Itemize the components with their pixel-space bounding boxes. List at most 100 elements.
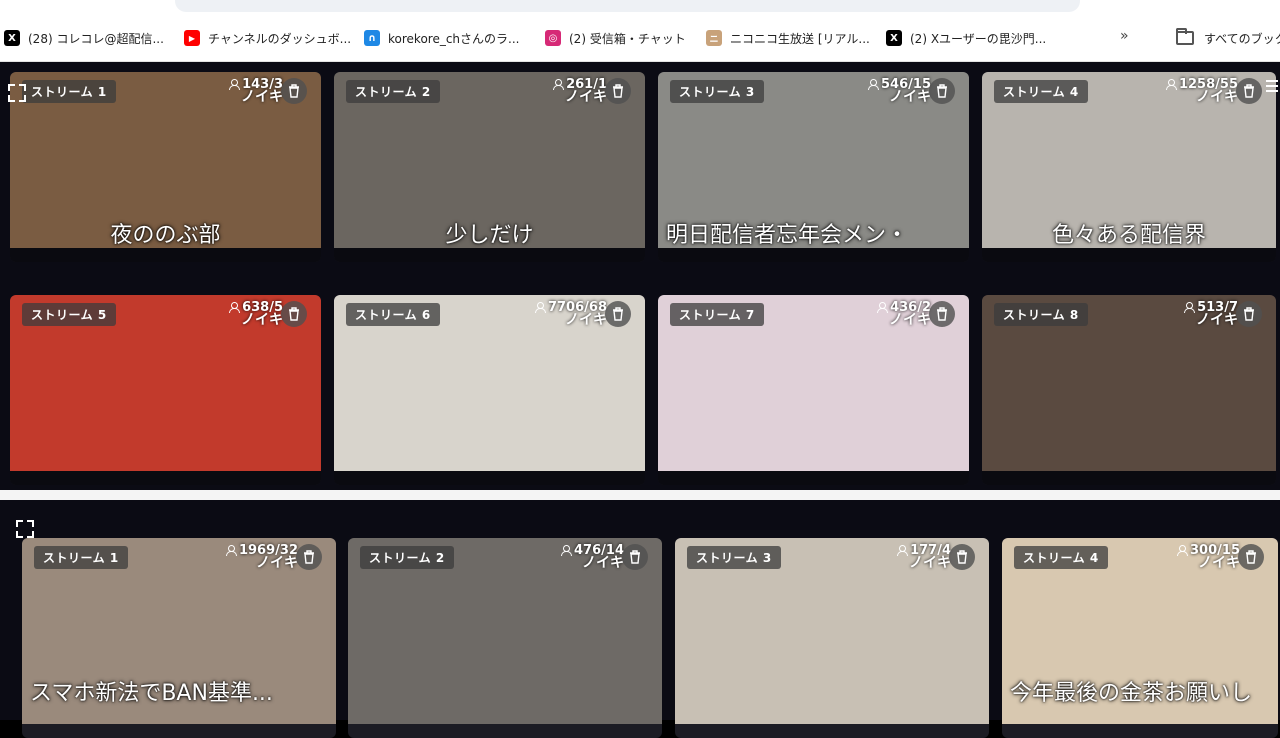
- stream-tile[interactable]: ストリーム 5 638/5 ノイキ: [10, 295, 321, 485]
- fullscreen-icon[interactable]: [6, 82, 28, 104]
- stream-label: ストリーム 4: [994, 80, 1088, 103]
- more-bookmarks-button[interactable]: »: [1120, 28, 1129, 44]
- noise-cancel-toggle[interactable]: ノイキ: [909, 552, 951, 572]
- trash-icon[interactable]: [1238, 544, 1264, 570]
- stream-grid-bottom: ストリーム 1 1969/32 ノイキ スマホ新法でBAN基準... ストリーム…: [0, 500, 1280, 738]
- noise-cancel-toggle[interactable]: ノイキ: [889, 309, 931, 329]
- bookmark-label: (2) 受信箱・チャット: [569, 31, 686, 46]
- fullscreen-icon[interactable]: [14, 518, 36, 540]
- folder-icon: [1176, 28, 1194, 45]
- stream-label: ストリーム 3: [670, 80, 764, 103]
- trash-icon[interactable]: [1236, 78, 1262, 104]
- person-icon: [1177, 545, 1189, 556]
- trash-icon[interactable]: [605, 78, 631, 104]
- trash-icon[interactable]: [281, 301, 307, 327]
- bookmark-item[interactable]: ∩ korekore_chさんのラ...: [364, 28, 519, 48]
- x-icon: X: [4, 30, 20, 46]
- noise-cancel-toggle[interactable]: ノイキ: [241, 309, 283, 329]
- stream-tile[interactable]: ストリーム 4 300/15 ノイキ 今年最後の金茶お願いし: [1002, 538, 1278, 738]
- tile-bottom-bar: [334, 248, 645, 262]
- stream-label: ストリーム 7: [670, 303, 764, 326]
- stream-label: ストリーム 3: [687, 546, 781, 569]
- stream-title: スマホ新法でBAN基準...: [30, 681, 273, 706]
- tile-bottom-bar: [10, 248, 321, 262]
- stream-title: 夜ののぶ部: [110, 223, 221, 248]
- niconico-icon: ニ: [706, 30, 722, 46]
- stream-tile[interactable]: ストリーム 6 7706/68 ノイキ: [334, 295, 645, 485]
- noise-cancel-toggle[interactable]: ノイキ: [565, 309, 607, 329]
- panel-divider: [0, 490, 1280, 500]
- stream-tile[interactable]: ストリーム 2 261/1 ノイキ 少しだけ: [334, 72, 645, 262]
- noise-cancel-toggle[interactable]: ノイキ: [241, 86, 283, 106]
- stream-label: ストリーム 5: [22, 303, 116, 326]
- trash-icon[interactable]: [929, 301, 955, 327]
- tile-bottom-bar: [658, 248, 969, 262]
- menu-icon[interactable]: [1266, 80, 1278, 94]
- person-icon: [1184, 302, 1196, 313]
- stream-title: 色々ある配信界: [1051, 223, 1206, 248]
- browser-toolbar: [0, 0, 1280, 14]
- stream-tile[interactable]: ストリーム 2 476/14 ノイキ: [348, 538, 662, 738]
- bookmark-label: ニコニコ生放送 [リアル...: [730, 31, 870, 46]
- tile-bottom-bar: [10, 471, 321, 485]
- bookmark-item[interactable]: ▶ チャンネルのダッシュボ...: [184, 28, 351, 48]
- tile-bottom-bar: [982, 248, 1276, 262]
- stream-label: ストリーム 2: [346, 80, 440, 103]
- all-bookmarks-button[interactable]: すべてのブック: [1176, 28, 1280, 48]
- tile-bottom-bar: [982, 471, 1276, 485]
- noise-cancel-toggle[interactable]: ノイキ: [1198, 552, 1240, 572]
- bookmark-item[interactable]: X (2) Xユーザーの毘沙門...: [886, 28, 1046, 48]
- stream-label: ストリーム 4: [1014, 546, 1108, 569]
- stream-tile[interactable]: ストリーム 8 513/7 ノイキ: [982, 295, 1276, 485]
- stream-title: 明日配信者忘年会メン・: [666, 223, 909, 248]
- tile-bottom-bar: [658, 471, 969, 485]
- person-icon: [561, 545, 573, 556]
- bookmark-label: korekore_chさんのラ...: [388, 31, 520, 46]
- bookmark-item[interactable]: ニ ニコニコ生放送 [リアル...: [706, 28, 870, 48]
- noise-cancel-toggle[interactable]: ノイキ: [256, 552, 298, 572]
- person-icon: [897, 545, 909, 556]
- person-icon: [553, 79, 565, 90]
- trash-icon[interactable]: [929, 78, 955, 104]
- stream-label: ストリーム 1: [34, 546, 128, 569]
- bookmarks-bar: X (28) コレコレ@超配信... ▶ チャンネルのダッシュボ... ∩ ko…: [0, 14, 1280, 62]
- bookmark-label: (28) コレコレ@超配信...: [28, 31, 164, 46]
- trash-icon[interactable]: [281, 78, 307, 104]
- stream-tile[interactable]: ストリーム 4 1258/55 ノイキ 色々ある配信界: [982, 72, 1276, 262]
- person-icon: [229, 302, 241, 313]
- stream-grid-top: ストリーム 1 143/3 ノイキ 夜ののぶ部 ストリーム 2 261/1 ノイ…: [0, 62, 1280, 492]
- stream-tile[interactable]: ストリーム 7 436/2 ノイキ: [658, 295, 969, 485]
- stream-label: ストリーム 8: [994, 303, 1088, 326]
- stream-title: 少しだけ: [445, 223, 534, 248]
- trash-icon[interactable]: [622, 544, 648, 570]
- bookmark-item[interactable]: X (28) コレコレ@超配信...: [4, 28, 164, 48]
- trash-icon[interactable]: [296, 544, 322, 570]
- stream-label: ストリーム 1: [22, 80, 116, 103]
- bookmark-label: (2) Xユーザーの毘沙門...: [910, 31, 1047, 46]
- person-icon: [225, 545, 237, 556]
- stream-tile[interactable]: ストリーム 1 143/3 ノイキ 夜ののぶ部: [10, 72, 321, 262]
- x-icon: X: [886, 30, 902, 46]
- bookmark-item[interactable]: ◎ (2) 受信箱・チャット: [545, 28, 686, 48]
- stream-tile[interactable]: ストリーム 3 546/15 ノイキ 明日配信者忘年会メン・: [658, 72, 969, 262]
- person-icon: [229, 79, 241, 90]
- address-bar[interactable]: [175, 0, 1080, 12]
- tile-bottom-bar: [334, 471, 645, 485]
- all-bookmarks-label: すべてのブック: [1204, 31, 1280, 46]
- noise-cancel-toggle[interactable]: ノイキ: [1196, 309, 1238, 329]
- trash-icon[interactable]: [605, 301, 631, 327]
- stream-title: 今年最後の金茶お願いし: [1010, 681, 1253, 706]
- person-icon: [877, 302, 889, 313]
- noise-cancel-toggle[interactable]: ノイキ: [1196, 86, 1238, 106]
- stream-tile[interactable]: ストリーム 1 1969/32 ノイキ スマホ新法でBAN基準...: [22, 538, 336, 738]
- trash-icon[interactable]: [1236, 301, 1262, 327]
- person-icon: [534, 302, 546, 313]
- noise-cancel-toggle[interactable]: ノイキ: [582, 552, 624, 572]
- stream-tile[interactable]: ストリーム 3 177/4 ノイキ: [675, 538, 989, 738]
- noise-cancel-toggle[interactable]: ノイキ: [889, 86, 931, 106]
- instagram-icon: ◎: [545, 30, 561, 46]
- trash-icon[interactable]: [949, 544, 975, 570]
- noise-cancel-toggle[interactable]: ノイキ: [565, 86, 607, 106]
- stream-label: ストリーム 6: [346, 303, 440, 326]
- stream-label: ストリーム 2: [360, 546, 454, 569]
